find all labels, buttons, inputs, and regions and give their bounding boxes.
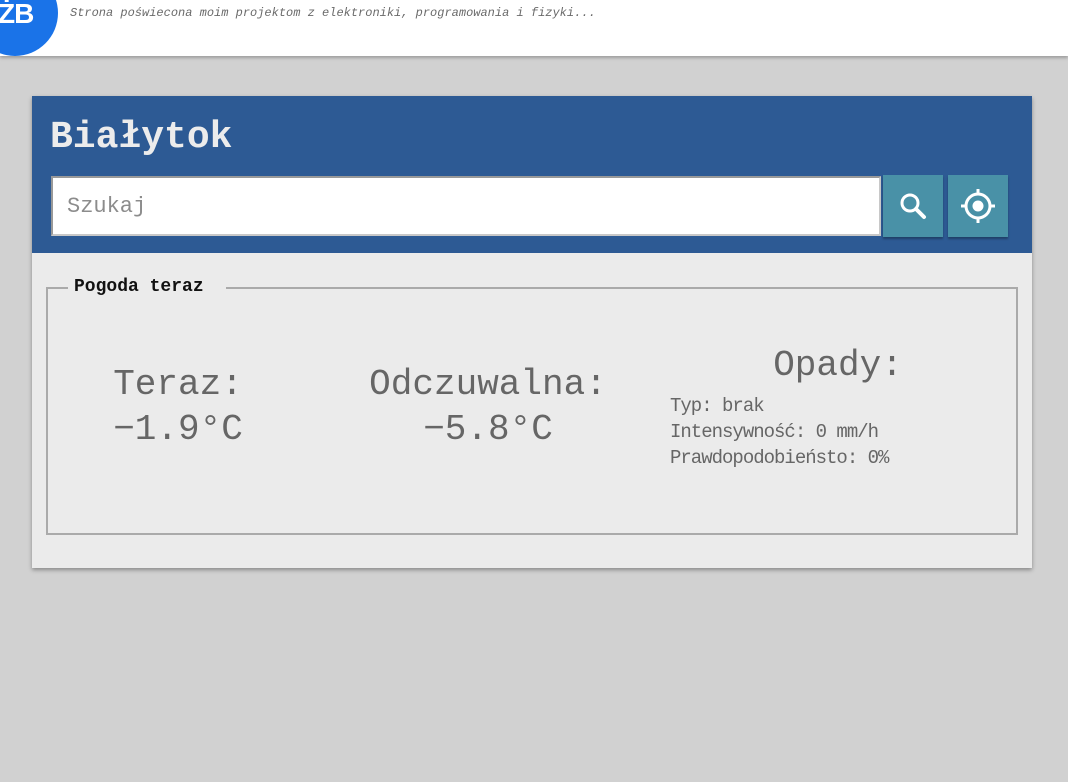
weather-card: Białytok Pogoda teraz Teraz: −1.9°C Odcz… <box>32 96 1032 568</box>
city-title: Białytok <box>50 116 233 159</box>
precipitation-intensity: Intensywność: 0 mm/h <box>670 421 879 443</box>
section-title: Pogoda teraz <box>68 277 226 297</box>
now-label: Teraz: <box>113 364 243 405</box>
now-temperature: −1.9°C <box>113 409 243 450</box>
current-weather-section: Pogoda teraz Teraz: −1.9°C Odczuwalna: −… <box>46 277 1018 535</box>
site-logo[interactable]: ŻB <box>0 0 58 56</box>
search-input[interactable] <box>51 176 881 236</box>
precipitation-label: Opady: <box>773 345 903 386</box>
card-header: Białytok <box>32 96 1032 253</box>
logo-text: ŻB <box>0 0 34 29</box>
top-bar: ŻB Strona poświecona moim projektom z el… <box>0 0 1068 56</box>
search-button[interactable] <box>883 175 943 237</box>
feels-like-label: Odczuwalna: <box>369 364 607 405</box>
feels-like-temperature: −5.8°C <box>423 409 553 450</box>
crosshair-icon <box>961 189 995 223</box>
locate-button[interactable] <box>948 175 1008 237</box>
site-tagline: Strona poświecona moim projektom z elekt… <box>70 6 596 20</box>
precipitation-probability: Prawdopodobieństo: 0% <box>670 447 889 469</box>
precipitation-type: Typ: brak <box>670 395 765 417</box>
search-icon <box>900 193 926 219</box>
